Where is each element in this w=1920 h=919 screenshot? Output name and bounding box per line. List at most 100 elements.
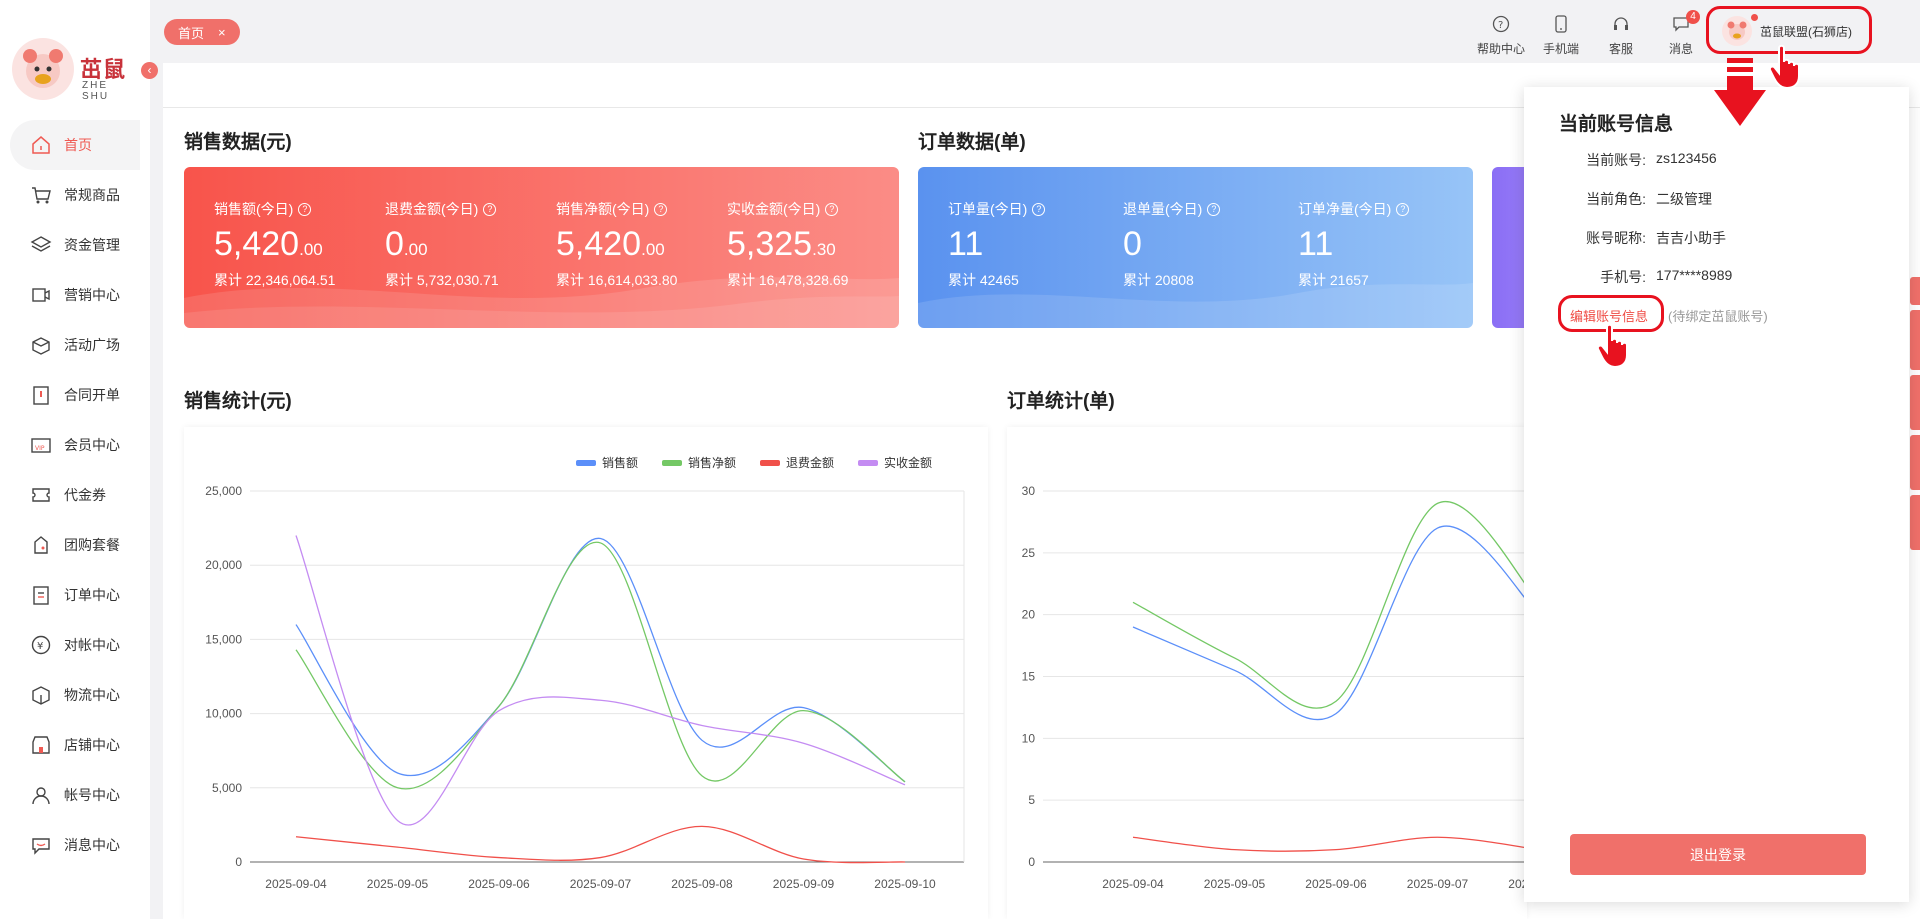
x-tick-label: 2025-09-08 xyxy=(671,877,733,891)
help-center-label: 帮助中心 xyxy=(1476,42,1525,56)
side-tab[interactable] xyxy=(1910,310,1920,370)
x-tick-label: 2025-09-04 xyxy=(1102,877,1164,891)
metric-value: 11 xyxy=(1298,225,1334,263)
side-tab[interactable] xyxy=(1910,277,1920,305)
help-icon[interactable]: ? xyxy=(654,202,668,216)
sidebar-item-coupon[interactable]: 代金券 xyxy=(10,470,140,520)
collapse-sidebar-button[interactable]: ‹ xyxy=(141,62,158,79)
legend-item[interactable]: 销售净额 xyxy=(662,454,736,471)
metric-total: 累计 16,614,033.80 xyxy=(556,272,678,288)
help-icon[interactable]: ? xyxy=(483,202,497,216)
sidebar-item-groupbuy[interactable]: 团购套餐 xyxy=(10,520,140,570)
side-tab[interactable] xyxy=(1910,495,1920,550)
yen-icon: ¥ xyxy=(30,634,52,656)
metric-value: 11 xyxy=(948,225,984,263)
sidebar-item-label: 首页 xyxy=(64,137,92,153)
popup-title: 当前账号信息 xyxy=(1559,114,1674,135)
metric-label: 销售额(今日) xyxy=(214,201,294,217)
sidebar-item-activity[interactable]: 活动广场 xyxy=(10,320,140,370)
coupon-icon xyxy=(30,484,52,506)
tab-home[interactable]: 首页 × xyxy=(164,19,240,45)
legend-swatch xyxy=(858,459,879,466)
metric-decimal: .00 xyxy=(299,240,323,259)
sidebar-item-orders[interactable]: 订单中心 xyxy=(10,570,140,620)
metric-label: 退单量(今日) xyxy=(1123,201,1203,217)
sidebar-item-funds[interactable]: 资金管理 xyxy=(10,220,140,270)
x-tick-label: 2025-09-05 xyxy=(367,877,429,891)
sidebar-item-products[interactable]: 常规商品 xyxy=(10,170,140,220)
layers-icon xyxy=(30,234,52,256)
series-line-3 xyxy=(295,535,906,826)
series-line-1 xyxy=(295,541,906,790)
mascot-logo-icon xyxy=(12,38,74,100)
sidebar-item-reconcile[interactable]: ¥ 对帐中心 xyxy=(10,620,140,670)
sidebar-item-logistics[interactable]: 物流中心 xyxy=(10,670,140,720)
metric-label: 销售净额(今日) xyxy=(556,201,650,217)
legend-swatch xyxy=(760,459,781,466)
help-center-button[interactable]: ? 帮助中心 xyxy=(1475,14,1527,57)
help-icon[interactable]: ? xyxy=(825,202,839,216)
x-tick-label: 2025-09-06 xyxy=(468,877,530,891)
side-tab[interactable] xyxy=(1910,435,1920,490)
metric-value: 0 xyxy=(1123,225,1142,263)
x-tick-label: 2025-09-05 xyxy=(1204,877,1266,891)
pointer-hand-icon xyxy=(1768,44,1800,90)
metric-decimal: .00 xyxy=(641,240,665,259)
info-key: 当前账号: xyxy=(1586,152,1646,168)
y-tick-label: 5 xyxy=(1028,793,1035,807)
info-row-account: 当前账号: zs123456 xyxy=(1524,150,1909,170)
info-key: 账号昵称: xyxy=(1586,230,1646,246)
series-line-0 xyxy=(295,537,906,783)
close-icon[interactable]: × xyxy=(218,25,226,40)
legend-item[interactable]: 退费金额 xyxy=(760,454,834,471)
store-icon xyxy=(30,734,52,756)
x-tick-label: 2025-09-07 xyxy=(570,877,632,891)
customer-service-label: 客服 xyxy=(1608,42,1633,56)
side-tab[interactable] xyxy=(1910,375,1920,430)
info-row-nickname: 账号昵称: 吉吉小助手 xyxy=(1524,228,1909,248)
y-tick-label: 0 xyxy=(235,855,242,869)
logo: 茁鼠 ZHE SHU xyxy=(12,38,132,102)
sidebar-item-label: 物流中心 xyxy=(64,687,120,703)
sidebar-item-account[interactable]: 帐号中心 xyxy=(10,770,140,820)
help-icon[interactable]: ? xyxy=(1396,202,1410,216)
contract-icon xyxy=(30,384,52,406)
metric-total: 累计 20808 xyxy=(1123,272,1194,288)
messages-button[interactable]: 4 消息 xyxy=(1655,10,1707,57)
sidebar-item-store[interactable]: 店铺中心 xyxy=(10,720,140,770)
sales-chart: 0 5,000 10,000 15,000 20,000 25,000 2025-09-04… xyxy=(184,427,988,919)
metric-refund-today: 退费金额(今日)? 0.00 累计 5,732,030.71 xyxy=(385,199,499,290)
messages-label: 消息 xyxy=(1668,42,1693,56)
legend-label: 销售额 xyxy=(602,456,639,470)
sidebar-item-label: 营销中心 xyxy=(64,287,120,303)
sidebar-item-members[interactable]: VIP 会员中心 xyxy=(10,420,140,470)
metric-value: 0 xyxy=(385,225,404,263)
sidebar-item-label: 常规商品 xyxy=(64,187,120,203)
legend-label: 销售净额 xyxy=(688,456,737,470)
metric-value: 5,420 xyxy=(214,225,300,263)
help-icon[interactable]: ? xyxy=(298,202,312,216)
mobile-button[interactable]: 手机端 xyxy=(1535,14,1587,57)
topbar: 首页 × ? 帮助中心 手机端 客服 4 消息 茁鼠联盟(石狮店) xyxy=(150,0,1920,62)
y-tick-label: 0 xyxy=(1028,855,1035,869)
logout-button[interactable]: 退出登录 xyxy=(1570,834,1866,875)
info-value: zs123456 xyxy=(1656,150,1717,166)
y-tick-label: 10 xyxy=(1022,731,1036,745)
customer-service-button[interactable]: 客服 xyxy=(1595,14,1647,57)
sidebar-item-marketing[interactable]: 营销中心 xyxy=(10,270,140,320)
legend-item[interactable]: 实收金额 xyxy=(858,454,932,471)
sidebar: 茁鼠 ZHE SHU ‹ 首页 常规商品 资金管理 营销中心 活动广场 合同开单 xyxy=(0,0,158,919)
metric-value: 5,325 xyxy=(727,225,813,263)
help-icon[interactable]: ? xyxy=(1207,202,1221,216)
help-icon[interactable]: ? xyxy=(1032,202,1046,216)
sidebar-item-home[interactable]: 首页 xyxy=(10,120,140,170)
y-tick-label: 15 xyxy=(1022,670,1036,684)
metric-decimal: .00 xyxy=(403,240,428,259)
legend-item[interactable]: 销售额 xyxy=(576,454,638,471)
y-tick-label: 30 xyxy=(1022,484,1036,498)
x-tick-label: 2025-09-09 xyxy=(773,877,835,891)
sidebar-item-messages[interactable]: 消息中心 xyxy=(10,820,140,870)
metric-received-today: 实收金额(今日)? 5,325.30 累计 16,478,328.69 xyxy=(727,199,848,290)
metric-total: 累计 5,732,030.71 xyxy=(385,272,499,288)
sidebar-item-contract[interactable]: 合同开单 xyxy=(10,370,140,420)
